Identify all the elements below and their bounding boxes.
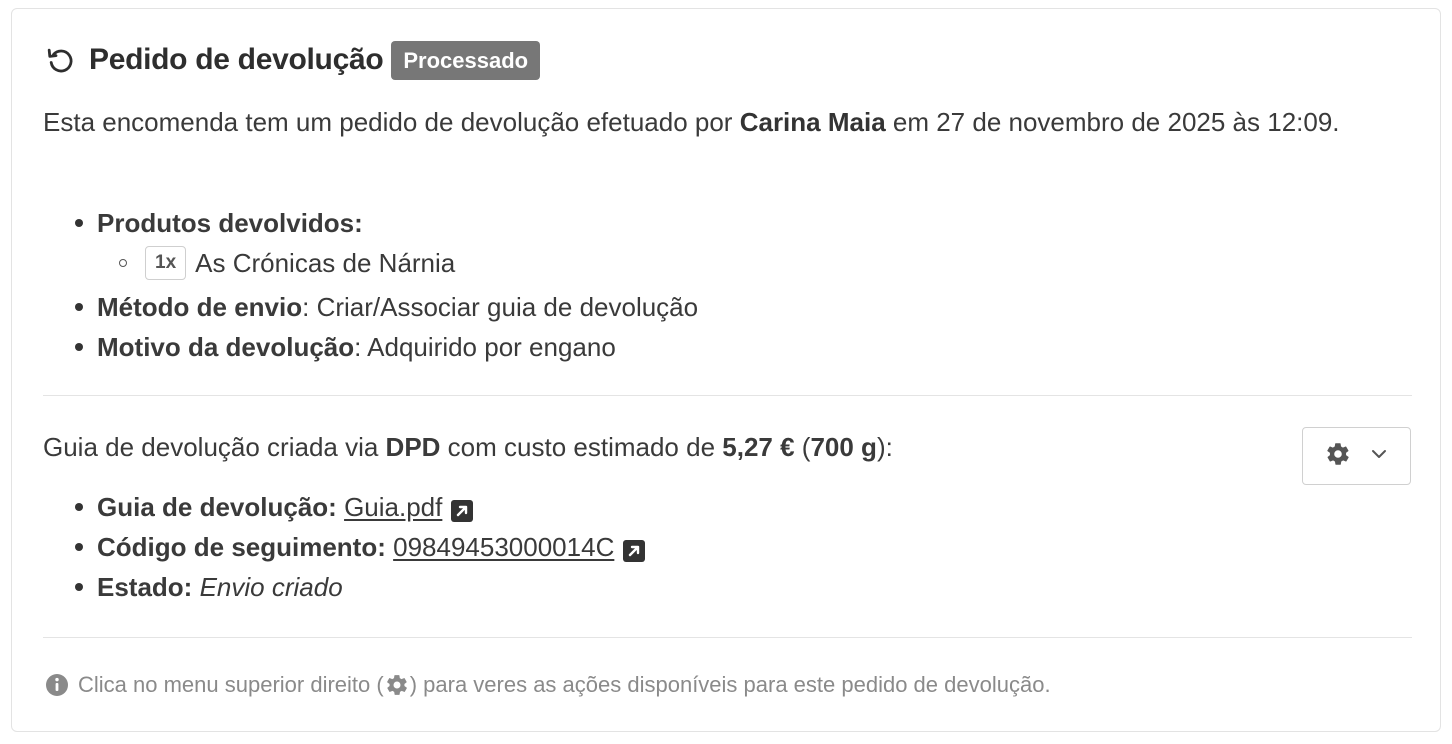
gear-icon: [1325, 441, 1351, 472]
status-badge: Processado: [391, 40, 541, 80]
product-item: 1x As Crónicas de Nárnia: [119, 243, 698, 283]
status-value: Envio criado: [199, 572, 343, 602]
divider: [43, 395, 1412, 396]
open-paren: (: [794, 432, 811, 462]
return-details-list: Produtos devolvidos: 1x As Crónicas de N…: [75, 203, 699, 367]
card-header: Pedido de devolução Processado: [45, 39, 541, 81]
divider: [43, 637, 1412, 638]
info-icon: [45, 673, 69, 697]
bullet: [75, 583, 83, 591]
close-paren: ):: [876, 432, 893, 462]
estimated-cost: 5,27 €: [722, 432, 795, 462]
reason-label: Motivo da devolução: [97, 332, 355, 362]
reason-value: : Adquirido por engano: [354, 332, 616, 362]
label-details-list: Guia de devolução: Guia.pdf Código de se…: [75, 487, 646, 607]
bullet: [75, 503, 83, 511]
package-weight: 700 g: [810, 432, 877, 462]
history-icon: [45, 45, 75, 75]
label-prefix: Guia de devolução criada via: [43, 432, 386, 462]
list-item-shipping: Método de envio: Criar/Associar guia de …: [75, 287, 699, 327]
page-title: Pedido de devolução: [89, 43, 384, 76]
list-item-products: Produtos devolvidos: 1x As Crónicas de N…: [75, 203, 698, 283]
intro-prefix: Esta encomenda tem um pedido de devoluçã…: [43, 107, 740, 137]
bullet: [75, 543, 83, 551]
return-request-card: Pedido de devolução Processado Esta enco…: [11, 8, 1441, 732]
sub-bullet: [119, 259, 127, 267]
product-name: As Crónicas de Nárnia: [195, 248, 456, 278]
carrier-name: DPD: [385, 432, 441, 462]
chevron-down-icon: [1369, 444, 1389, 469]
quantity-badge: 1x: [145, 246, 187, 280]
bullet: [75, 219, 83, 227]
help-text: Clica no menu superior direito ( ) para …: [45, 669, 1051, 701]
customer-name: Carina Maia: [739, 107, 886, 137]
shipping-label: Método de envio: [97, 292, 303, 322]
list-item-reason: Motivo da devolução: Adquirido por engan…: [75, 327, 698, 367]
actions-dropdown-button[interactable]: [1302, 427, 1411, 485]
guide-label: Guia de devolução:: [97, 492, 337, 522]
bullet: [75, 343, 83, 351]
tracking-link[interactable]: 09849453000014C: [393, 532, 614, 562]
help-text-before: Clica no menu superior direito (: [78, 672, 384, 697]
label-summary: Guia de devolução criada via DPD com cus…: [43, 427, 893, 467]
status-label: Estado:: [97, 572, 193, 602]
list-item-status: Estado: Envio criado: [75, 567, 646, 607]
gear-icon: [385, 673, 409, 697]
external-link-icon[interactable]: [450, 494, 474, 523]
shipping-value: : Criar/Associar guia de devolução: [302, 292, 699, 322]
intro-text: Esta encomenda tem um pedido de devoluçã…: [43, 101, 1413, 143]
list-item-tracking: Código de seguimento: 09849453000014C: [75, 527, 646, 567]
list-item-guide: Guia de devolução: Guia.pdf: [75, 487, 646, 527]
intro-suffix: em 27 de novembro de 2025 às 12:09.: [885, 107, 1340, 137]
products-label: Produtos devolvidos:: [97, 208, 363, 238]
guide-pdf-link[interactable]: Guia.pdf: [344, 492, 442, 522]
external-link-icon[interactable]: [622, 534, 646, 563]
tracking-label: Código de seguimento:: [97, 532, 386, 562]
label-middle: com custo estimado de: [440, 432, 723, 462]
help-text-after: ) para veres as ações disponíveis para e…: [409, 672, 1051, 697]
bullet: [75, 303, 83, 311]
